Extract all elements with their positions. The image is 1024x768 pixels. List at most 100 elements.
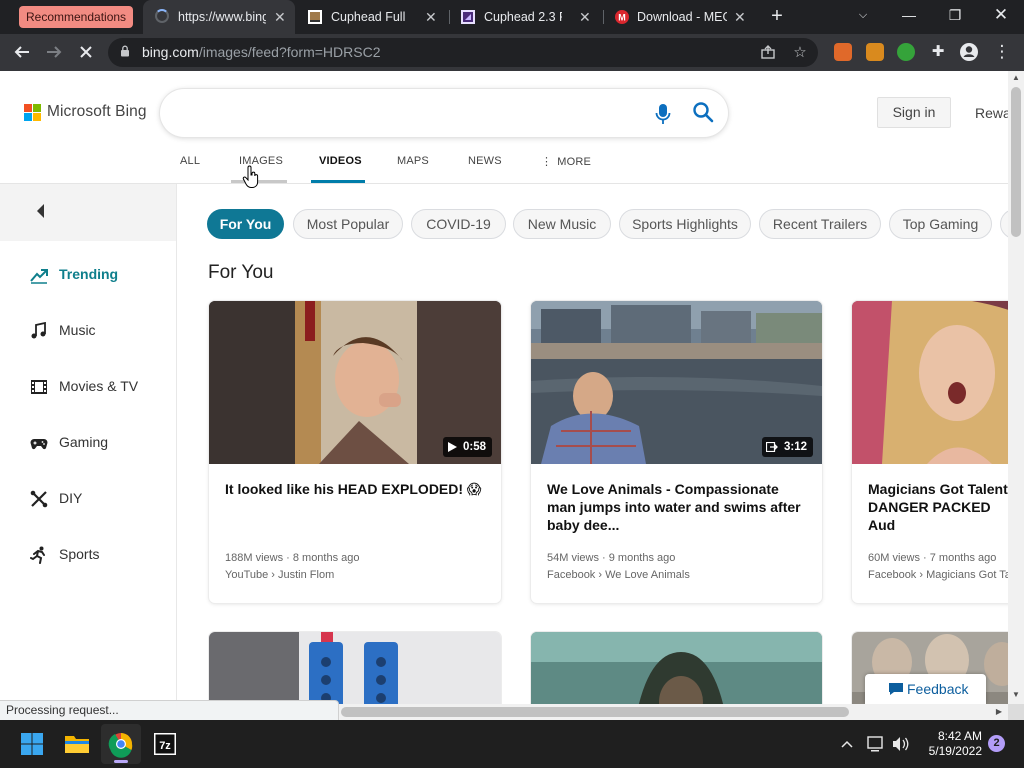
notification-badge[interactable]: 2 (988, 735, 1005, 752)
horizontal-scrollbar[interactable]: ▶ (339, 704, 1008, 720)
scope-all[interactable]: ALL (180, 155, 200, 167)
sidebar-item-gaming[interactable]: Gaming (0, 423, 176, 463)
tab-cuphead-full[interactable]: Cuphead 2.3 Full ✕ (451, 0, 601, 34)
duration-text: 0:58 (462, 441, 486, 453)
tab-title: Download - MEGA (637, 10, 727, 24)
file-explorer-icon[interactable] (57, 724, 97, 764)
scroll-down-arrow-icon[interactable]: ▼ (1008, 688, 1024, 702)
bing-videos-page: Microsoft Bing Sign in Rewards ALL IMAGE… (0, 71, 1008, 720)
tab-mega-download[interactable]: M Download - MEGA ✕ (605, 0, 757, 34)
pill-more[interactable] (1000, 209, 1008, 239)
pill-recent-trailers[interactable]: Recent Trailers (759, 209, 881, 239)
sidebar-item-label: DIY (59, 490, 83, 506)
close-window-icon[interactable]: ✕ (981, 0, 1021, 34)
windows-start-icon[interactable] (12, 724, 52, 764)
sidebar-item-trending[interactable]: Trending (0, 255, 176, 295)
scope-more-label: MORE (557, 156, 592, 168)
new-tab-button[interactable]: + (768, 0, 786, 34)
video-card[interactable]: 0:58 It looked like his HEAD EXPLODED! 😱… (209, 301, 501, 603)
tab-cuphead-crack[interactable]: Cuphead Full Crack ✕ (297, 0, 447, 34)
close-tab-icon[interactable]: ✕ (579, 0, 591, 34)
sidebar-item-sports[interactable]: Sports (0, 535, 176, 575)
7zip-icon[interactable]: 7z (145, 724, 185, 764)
forward-icon[interactable] (41, 39, 67, 65)
close-tab-icon[interactable]: ✕ (734, 0, 746, 34)
chat-bubble-icon (889, 683, 903, 695)
scroll-right-arrow-icon[interactable]: ▶ (992, 704, 1006, 720)
sidebar-item-music[interactable]: Music (0, 311, 176, 351)
back-icon[interactable] (9, 39, 35, 65)
share-icon[interactable] (759, 44, 777, 62)
sidebar-item-movies-tv[interactable]: Movies & TV (0, 367, 176, 407)
video-title[interactable]: We Love Animals - Compassionate man jump… (547, 480, 808, 534)
restore-icon[interactable]: ❐ (935, 0, 975, 34)
video-thumbnail[interactable] (852, 301, 1008, 464)
logo-square (33, 104, 41, 112)
volume-icon[interactable] (891, 720, 911, 768)
video-thumbnail[interactable]: 3:12 (531, 301, 822, 464)
video-card[interactable]: 3:12 We Love Animals - Compassionate man… (531, 301, 822, 603)
scope-news[interactable]: NEWS (468, 155, 502, 167)
chevron-left-icon (37, 204, 44, 218)
scrollbar-thumb[interactable] (341, 707, 849, 717)
scope-more[interactable]: ⋮ MORE (541, 155, 591, 168)
section-title: For You (208, 262, 274, 283)
address-bar[interactable]: bing.com/images/feed?form=HDRSC2 ☆ (108, 38, 818, 67)
video-source: Facebook › Magicians Got Ta (868, 569, 1008, 581)
minimize-icon[interactable]: — (889, 0, 929, 34)
search-input[interactable] (160, 89, 728, 137)
search-icon[interactable] (692, 101, 714, 123)
tab-title: Cuphead 2.3 Full (484, 10, 562, 24)
close-tab-icon[interactable]: ✕ (425, 0, 437, 34)
scope-videos[interactable]: VIDEOS (319, 155, 362, 167)
video-thumbnail[interactable]: 0:58 (209, 301, 501, 464)
extension-icon-1[interactable] (834, 43, 852, 61)
sidebar-collapse-button[interactable] (0, 184, 176, 241)
chrome-icon[interactable] (101, 724, 141, 764)
svg-text:7z: 7z (159, 740, 171, 752)
browser-menu-icon[interactable]: ⋮ (989, 39, 1015, 65)
sidebar-divider (176, 184, 177, 720)
extension-icon-2[interactable] (866, 43, 884, 61)
stop-loading-icon[interactable] (73, 39, 99, 65)
pill-most-popular[interactable]: Most Popular (293, 209, 403, 239)
tab-bing[interactable]: https://www.bing.com ✕ (143, 0, 295, 34)
recommendations-chip[interactable]: Recommendations (19, 6, 134, 28)
profile-avatar-icon[interactable] (956, 39, 982, 65)
pill-new-music[interactable]: New Music (513, 209, 611, 239)
video-title[interactable]: It looked like his HEAD EXPLODED! 😱 (225, 480, 487, 498)
tools-icon (30, 490, 48, 508)
lock-icon (121, 45, 129, 57)
video-source: YouTube › Justin Flom (225, 569, 335, 581)
pill-top-gaming[interactable]: Top Gaming (889, 209, 992, 239)
video-card[interactable]: Magicians Got Talent - DANGER PACKED Aud… (852, 301, 1008, 603)
show-hidden-icons[interactable] (839, 720, 855, 768)
scope-maps[interactable]: MAPS (397, 155, 429, 167)
sign-in-button[interactable]: Sign in (877, 97, 951, 128)
duration-badge: 0:58 (442, 437, 492, 457)
music-note-icon (31, 322, 46, 339)
rewards-link[interactable]: Rewards (975, 105, 1008, 121)
scroll-up-arrow-icon[interactable]: ▲ (1008, 71, 1024, 85)
feedback-button[interactable]: Feedback (865, 674, 986, 704)
vertical-scrollbar[interactable]: ▲ ▼ (1008, 71, 1024, 704)
tab-search-icon[interactable]: ⌵ (843, 0, 883, 34)
svg-text:M: M (618, 13, 626, 23)
microphone-icon[interactable] (654, 103, 672, 125)
scrollbar-thumb[interactable] (1011, 87, 1021, 237)
pill-covid-19[interactable]: COVID-19 (411, 209, 506, 239)
video-source: Facebook › We Love Animals (547, 569, 690, 581)
pill-for-you[interactable]: For You (207, 209, 284, 239)
sidebar-item-diy[interactable]: DIY (0, 479, 176, 519)
bookmark-star-icon[interactable]: ☆ (791, 44, 809, 62)
more-dots-icon: ⋮ (541, 156, 553, 168)
network-icon[interactable] (866, 720, 886, 768)
share-icon (765, 441, 778, 452)
video-title[interactable]: Magicians Got Talent - DANGER PACKED Aud (868, 480, 1008, 534)
close-tab-icon[interactable]: ✕ (274, 0, 286, 34)
extensions-puzzle-icon[interactable]: ✚ (925, 39, 951, 65)
pill-sports-highlights[interactable]: Sports Highlights (619, 209, 751, 239)
video-views-age: 60M views · 7 months ago (868, 552, 997, 564)
extension-icon-3[interactable] (897, 43, 915, 61)
taskbar-clock[interactable]: 8:42 AM 5/19/2022 (912, 729, 982, 759)
